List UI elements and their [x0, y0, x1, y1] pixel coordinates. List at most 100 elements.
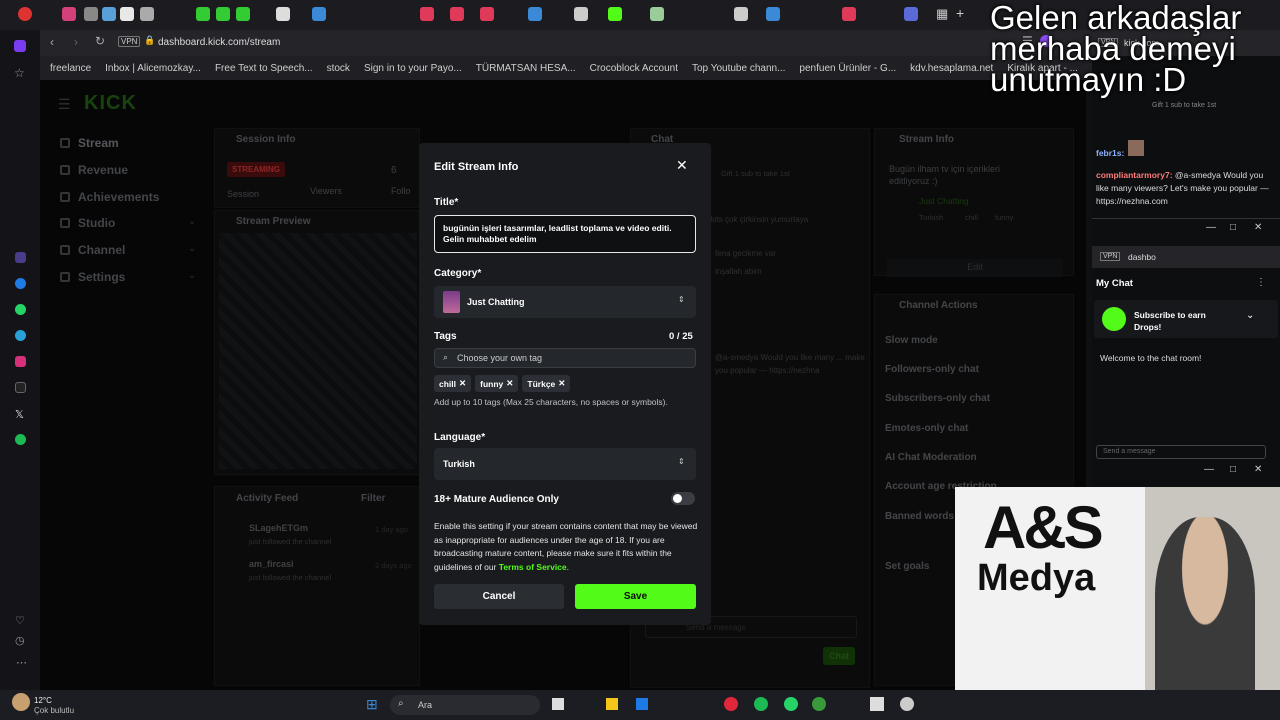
- more-icon[interactable]: ⋯: [16, 656, 27, 669]
- obs-icon[interactable]: [900, 697, 914, 711]
- browser-tab[interactable]: [236, 7, 250, 21]
- browser-tab[interactable]: [842, 7, 856, 21]
- divider: [1092, 218, 1280, 219]
- history-icon[interactable]: ◷: [15, 634, 25, 647]
- cancel-button[interactable]: Cancel: [434, 584, 564, 609]
- mature-toggle[interactable]: [671, 492, 695, 505]
- whatsapp-icon[interactable]: [15, 304, 26, 315]
- weather-desc[interactable]: Çok bulutlu: [34, 706, 74, 715]
- close-icon[interactable]: ✕: [1254, 222, 1262, 233]
- more-vertical-icon[interactable]: ⋮: [1256, 277, 1266, 288]
- tiktok-icon[interactable]: [15, 382, 26, 393]
- browser-tab[interactable]: [196, 7, 210, 21]
- home-icon[interactable]: ☆: [14, 66, 25, 80]
- task-view-icon[interactable]: [552, 698, 564, 710]
- taskbar-search[interactable]: ⌕ Ara: [390, 695, 540, 715]
- minimize-icon[interactable]: —: [1204, 464, 1214, 475]
- chevron-down-icon[interactable]: ⌄: [1246, 310, 1254, 321]
- bookmark-item[interactable]: Top Youtube chann...: [692, 63, 785, 74]
- browser-sidebar: ☆ 𝕏 ♡ ◷ ⋯: [0, 30, 40, 690]
- url-field[interactable]: dashboard.kick.com/stream: [158, 37, 280, 48]
- remove-tag-icon[interactable]: ✕: [558, 378, 565, 389]
- kick-tab[interactable]: [608, 7, 622, 21]
- remove-tag-icon[interactable]: ✕: [459, 378, 466, 389]
- bookmark-item[interactable]: TÜRMATSAN HESA...: [476, 63, 576, 74]
- outlook-icon[interactable]: [636, 698, 648, 710]
- heart-icon[interactable]: ♡: [15, 614, 25, 627]
- spotify-icon[interactable]: [15, 434, 26, 445]
- send-message-input[interactable]: Send a message: [1096, 445, 1266, 459]
- file-explorer-icon[interactable]: [606, 698, 618, 710]
- minimize-icon[interactable]: —: [1206, 222, 1216, 233]
- browser-tab[interactable]: [450, 7, 464, 21]
- browser-tab[interactable]: [528, 7, 542, 21]
- instagram-icon[interactable]: [15, 356, 26, 367]
- xbox-icon[interactable]: [812, 697, 826, 711]
- browser-tab[interactable]: [734, 7, 748, 21]
- browser-tab[interactable]: [574, 7, 588, 21]
- popout-url[interactable]: dashbo: [1128, 252, 1156, 262]
- browser-tab[interactable]: [62, 7, 76, 21]
- new-tab-icon[interactable]: +: [956, 5, 964, 21]
- language-select[interactable]: Turkish ⇕: [434, 448, 696, 480]
- windows-start-icon[interactable]: ⊞: [366, 696, 378, 713]
- whatsapp-icon[interactable]: [784, 697, 798, 711]
- browser-tab[interactable]: [84, 7, 98, 21]
- close-icon[interactable]: ✕: [676, 157, 688, 174]
- browser-tab[interactable]: [102, 7, 116, 21]
- browser-tab[interactable]: [276, 7, 290, 21]
- browser-tab[interactable]: [120, 7, 134, 21]
- bookmark-item[interactable]: kdv.hesaplama.net: [910, 63, 993, 74]
- vpn-badge[interactable]: VPN: [118, 36, 141, 47]
- telegram-icon[interactable]: [15, 330, 26, 341]
- browser-tab[interactable]: [216, 7, 230, 21]
- chat-username[interactable]: compliantarmory7:: [1096, 170, 1173, 180]
- opera-icon[interactable]: [724, 697, 738, 711]
- browser-tab[interactable]: [140, 7, 154, 21]
- tab-grid-icon[interactable]: ▦: [936, 6, 948, 22]
- tag-chip[interactable]: funny ✕: [475, 375, 519, 392]
- bookmark-item[interactable]: Free Text to Speech...: [215, 63, 313, 74]
- tag-chip[interactable]: Türkçe ✕: [522, 375, 571, 392]
- opera-logo-icon[interactable]: [18, 7, 32, 21]
- tag-search-input[interactable]: ⌕ Choose your own tag: [434, 348, 696, 368]
- browser-tab[interactable]: [650, 7, 664, 21]
- person-video: [1155, 517, 1255, 690]
- save-button[interactable]: Save: [575, 584, 696, 609]
- spotify-icon[interactable]: [754, 697, 768, 711]
- close-icon[interactable]: ✕: [1254, 464, 1262, 475]
- browser-tab[interactable]: [904, 7, 918, 21]
- bookmark-item[interactable]: freelance: [50, 63, 91, 74]
- browser-tab[interactable]: [420, 7, 434, 21]
- drops-banner[interactable]: Subscribe to earn Drops! ⌄: [1094, 300, 1278, 338]
- bookmark-item[interactable]: Sign in to your Payo...: [364, 63, 462, 74]
- bookmark-item[interactable]: penfuen Ürünler - G...: [799, 63, 896, 74]
- messenger-icon[interactable]: [15, 278, 26, 289]
- bookmark-item[interactable]: stock: [327, 63, 350, 74]
- browser-tab[interactable]: [480, 7, 494, 21]
- weather-temp[interactable]: 12°C: [34, 696, 52, 705]
- maximize-icon[interactable]: □: [1230, 464, 1236, 475]
- remove-tag-icon[interactable]: ✕: [506, 378, 513, 389]
- tag-chip-label: Türkçe: [527, 378, 556, 389]
- vpn-badge[interactable]: VPN: [1100, 252, 1121, 261]
- workspace-icon[interactable]: [14, 40, 26, 52]
- maximize-icon[interactable]: □: [1230, 222, 1236, 233]
- bookmark-item[interactable]: Crocoblock Account: [590, 63, 678, 74]
- category-select[interactable]: Just Chatting ⇕: [434, 286, 696, 318]
- app-icon[interactable]: [15, 252, 26, 263]
- terms-of-service-link[interactable]: Terms of Service: [499, 562, 567, 572]
- forward-icon[interactable]: ›: [74, 35, 78, 49]
- reload-icon[interactable]: ↻: [95, 34, 105, 48]
- browser-tab[interactable]: [766, 7, 780, 21]
- back-icon[interactable]: ‹: [50, 35, 54, 49]
- tag-chip[interactable]: chill ✕: [434, 375, 472, 392]
- chat-gift-text: Gift 1 sub to take 1st: [1152, 102, 1217, 109]
- bookmark-item[interactable]: Inbox | Alicemozkay...: [105, 63, 201, 74]
- app-icon[interactable]: [870, 697, 884, 711]
- browser-tab[interactable]: [312, 7, 326, 21]
- weather-icon[interactable]: [12, 693, 30, 711]
- title-input[interactable]: bugünün işleri tasarımlar, leadlist topl…: [434, 215, 696, 253]
- x-icon[interactable]: 𝕏: [15, 408, 24, 421]
- chat-username[interactable]: febr1s:: [1096, 148, 1124, 158]
